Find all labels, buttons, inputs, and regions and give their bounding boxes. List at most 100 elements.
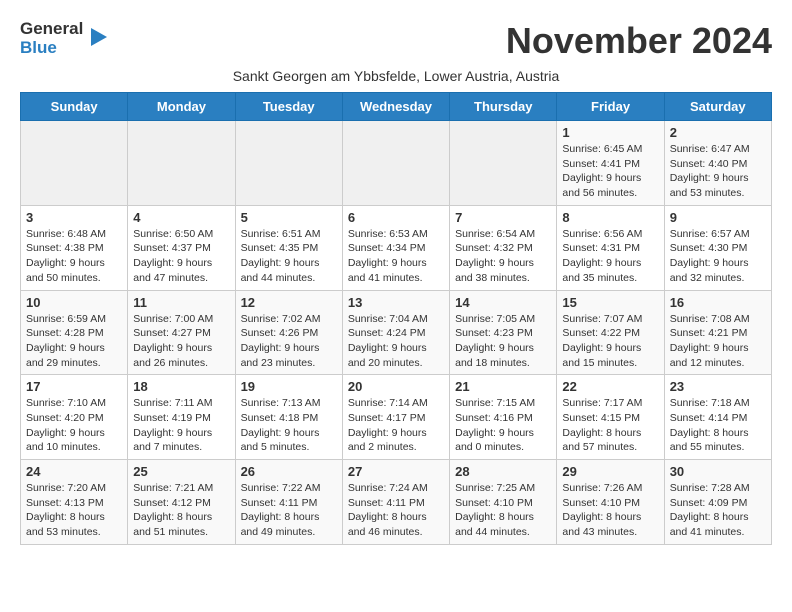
day-number: 5	[241, 210, 337, 225]
day-header-sunday: Sunday	[21, 93, 128, 121]
subtitle: Sankt Georgen am Ybbsfelde, Lower Austri…	[20, 68, 772, 84]
day-number: 3	[26, 210, 122, 225]
day-number: 26	[241, 464, 337, 479]
day-number: 8	[562, 210, 658, 225]
logo-blue: Blue	[20, 39, 83, 58]
day-info: Sunrise: 7:22 AM Sunset: 4:11 PM Dayligh…	[241, 481, 337, 540]
day-info: Sunrise: 7:15 AM Sunset: 4:16 PM Dayligh…	[455, 396, 551, 455]
calendar-table: SundayMondayTuesdayWednesdayThursdayFrid…	[20, 92, 772, 545]
logo: General Blue	[20, 20, 109, 57]
day-info: Sunrise: 7:24 AM Sunset: 4:11 PM Dayligh…	[348, 481, 444, 540]
day-info: Sunrise: 6:47 AM Sunset: 4:40 PM Dayligh…	[670, 142, 766, 201]
calendar-cell: 30 Sunrise: 7:28 AM Sunset: 4:09 PM Dayli…	[664, 460, 771, 545]
calendar-cell: 8 Sunrise: 6:56 AM Sunset: 4:31 PM Daylig…	[557, 205, 664, 290]
day-number: 28	[455, 464, 551, 479]
day-info: Sunrise: 6:50 AM Sunset: 4:37 PM Dayligh…	[133, 227, 229, 286]
calendar-cell: 27 Sunrise: 7:24 AM Sunset: 4:11 PM Dayli…	[342, 460, 449, 545]
week-row-4: 17 Sunrise: 7:10 AM Sunset: 4:20 PM Dayli…	[21, 375, 772, 460]
day-header-thursday: Thursday	[450, 93, 557, 121]
day-info: Sunrise: 7:00 AM Sunset: 4:27 PM Dayligh…	[133, 312, 229, 371]
calendar-cell: 25 Sunrise: 7:21 AM Sunset: 4:12 PM Dayli…	[128, 460, 235, 545]
day-header-tuesday: Tuesday	[235, 93, 342, 121]
month-title: November 2024	[506, 20, 772, 62]
calendar-cell	[235, 121, 342, 206]
calendar-cell: 6Sunrise: 6:53 AM Sunset: 4:34 PM Daylig…	[342, 205, 449, 290]
day-info: Sunrise: 7:02 AM Sunset: 4:26 PM Dayligh…	[241, 312, 337, 371]
day-number: 4	[133, 210, 229, 225]
calendar-cell	[450, 121, 557, 206]
calendar-cell: 11 Sunrise: 7:00 AM Sunset: 4:27 PM Dayli…	[128, 290, 235, 375]
calendar-cell: 1Sunrise: 6:45 AM Sunset: 4:41 PM Daylig…	[557, 121, 664, 206]
calendar-cell: 23 Sunrise: 7:18 AM Sunset: 4:14 PM Dayli…	[664, 375, 771, 460]
day-info: Sunrise: 7:10 AM Sunset: 4:20 PM Dayligh…	[26, 396, 122, 455]
day-number: 20	[348, 379, 444, 394]
day-info: Sunrise: 7:14 AM Sunset: 4:17 PM Dayligh…	[348, 396, 444, 455]
day-info: Sunrise: 7:13 AM Sunset: 4:18 PM Dayligh…	[241, 396, 337, 455]
day-number: 10	[26, 295, 122, 310]
calendar-cell: 2 Sunrise: 6:47 AM Sunset: 4:40 PM Daylig…	[664, 121, 771, 206]
day-number: 2	[670, 125, 766, 140]
day-info: Sunrise: 6:57 AM Sunset: 4:30 PM Dayligh…	[670, 227, 766, 286]
calendar-cell: 28 Sunrise: 7:25 AM Sunset: 4:10 PM Dayli…	[450, 460, 557, 545]
calendar-cell: 21 Sunrise: 7:15 AM Sunset: 4:16 PM Dayli…	[450, 375, 557, 460]
day-info: Sunrise: 7:20 AM Sunset: 4:13 PM Dayligh…	[26, 481, 122, 540]
day-number: 29	[562, 464, 658, 479]
calendar-cell: 4 Sunrise: 6:50 AM Sunset: 4:37 PM Daylig…	[128, 205, 235, 290]
calendar-cell: 13Sunrise: 7:04 AM Sunset: 4:24 PM Dayli…	[342, 290, 449, 375]
calendar-cell: 18 Sunrise: 7:11 AM Sunset: 4:19 PM Dayli…	[128, 375, 235, 460]
day-info: Sunrise: 6:56 AM Sunset: 4:31 PM Dayligh…	[562, 227, 658, 286]
day-header-monday: Monday	[128, 93, 235, 121]
day-header-friday: Friday	[557, 93, 664, 121]
week-row-2: 3 Sunrise: 6:48 AM Sunset: 4:38 PM Daylig…	[21, 205, 772, 290]
day-number: 14	[455, 295, 551, 310]
week-row-5: 24 Sunrise: 7:20 AM Sunset: 4:13 PM Dayli…	[21, 460, 772, 545]
day-info: Sunrise: 7:21 AM Sunset: 4:12 PM Dayligh…	[133, 481, 229, 540]
day-info: Sunrise: 7:17 AM Sunset: 4:15 PM Dayligh…	[562, 396, 658, 455]
calendar-cell: 26 Sunrise: 7:22 AM Sunset: 4:11 PM Dayli…	[235, 460, 342, 545]
calendar-cell: 9 Sunrise: 6:57 AM Sunset: 4:30 PM Daylig…	[664, 205, 771, 290]
day-number: 21	[455, 379, 551, 394]
day-number: 22	[562, 379, 658, 394]
day-info: Sunrise: 6:45 AM Sunset: 4:41 PM Dayligh…	[562, 142, 658, 201]
calendar-cell: 7Sunrise: 6:54 AM Sunset: 4:32 PM Daylig…	[450, 205, 557, 290]
calendar-cell: 12Sunrise: 7:02 AM Sunset: 4:26 PM Dayli…	[235, 290, 342, 375]
calendar-cell: 20 Sunrise: 7:14 AM Sunset: 4:17 PM Dayli…	[342, 375, 449, 460]
day-info: Sunrise: 7:04 AM Sunset: 4:24 PM Dayligh…	[348, 312, 444, 371]
calendar-cell: 14Sunrise: 7:05 AM Sunset: 4:23 PM Dayli…	[450, 290, 557, 375]
calendar-cell	[128, 121, 235, 206]
day-number: 27	[348, 464, 444, 479]
day-info: Sunrise: 6:59 AM Sunset: 4:28 PM Dayligh…	[26, 312, 122, 371]
day-number: 18	[133, 379, 229, 394]
logo-general: General	[20, 20, 83, 39]
week-row-3: 10 Sunrise: 6:59 AM Sunset: 4:28 PM Dayli…	[21, 290, 772, 375]
day-number: 9	[670, 210, 766, 225]
day-number: 25	[133, 464, 229, 479]
header-row: SundayMondayTuesdayWednesdayThursdayFrid…	[21, 93, 772, 121]
header: General Blue November 2024	[20, 20, 772, 62]
calendar-cell: 22 Sunrise: 7:17 AM Sunset: 4:15 PM Dayli…	[557, 375, 664, 460]
day-info: Sunrise: 7:18 AM Sunset: 4:14 PM Dayligh…	[670, 396, 766, 455]
day-info: Sunrise: 6:48 AM Sunset: 4:38 PM Dayligh…	[26, 227, 122, 286]
day-number: 16	[670, 295, 766, 310]
day-info: Sunrise: 7:11 AM Sunset: 4:19 PM Dayligh…	[133, 396, 229, 455]
logo-icon	[87, 26, 109, 48]
calendar-cell: 5 Sunrise: 6:51 AM Sunset: 4:35 PM Daylig…	[235, 205, 342, 290]
day-number: 7	[455, 210, 551, 225]
calendar-cell: 10 Sunrise: 6:59 AM Sunset: 4:28 PM Dayli…	[21, 290, 128, 375]
day-header-saturday: Saturday	[664, 93, 771, 121]
day-number: 24	[26, 464, 122, 479]
day-info: Sunrise: 6:51 AM Sunset: 4:35 PM Dayligh…	[241, 227, 337, 286]
day-info: Sunrise: 7:25 AM Sunset: 4:10 PM Dayligh…	[455, 481, 551, 540]
day-info: Sunrise: 7:26 AM Sunset: 4:10 PM Dayligh…	[562, 481, 658, 540]
day-number: 30	[670, 464, 766, 479]
day-number: 6	[348, 210, 444, 225]
day-info: Sunrise: 7:08 AM Sunset: 4:21 PM Dayligh…	[670, 312, 766, 371]
week-row-1: 1Sunrise: 6:45 AM Sunset: 4:41 PM Daylig…	[21, 121, 772, 206]
calendar-cell: 17 Sunrise: 7:10 AM Sunset: 4:20 PM Dayli…	[21, 375, 128, 460]
day-number: 17	[26, 379, 122, 394]
day-number: 23	[670, 379, 766, 394]
day-number: 11	[133, 295, 229, 310]
day-info: Sunrise: 7:28 AM Sunset: 4:09 PM Dayligh…	[670, 481, 766, 540]
calendar-cell: 16 Sunrise: 7:08 AM Sunset: 4:21 PM Dayli…	[664, 290, 771, 375]
day-number: 19	[241, 379, 337, 394]
